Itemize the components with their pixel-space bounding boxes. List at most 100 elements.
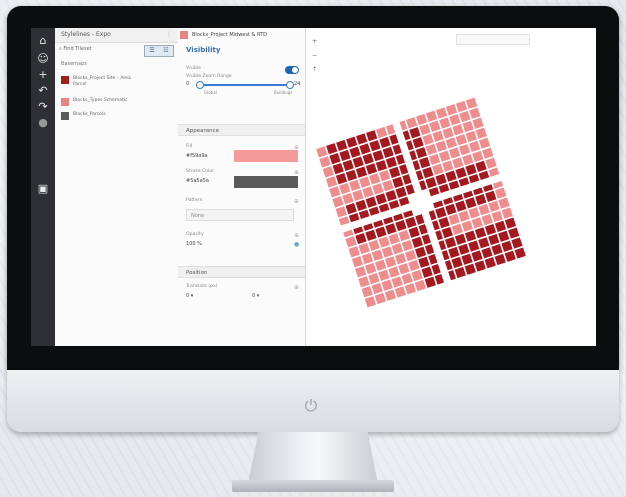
close-icon[interactable]: ⋮	[166, 28, 172, 42]
block-parcel	[424, 276, 436, 288]
block-parcel	[455, 134, 467, 146]
block-parcel	[325, 176, 338, 188]
block-parcel	[465, 164, 477, 176]
translate-y[interactable]: 0 ▾	[252, 293, 259, 299]
properties-tab[interactable]: Blocks_Project Midwest & RTD	[180, 30, 267, 40]
block-parcel	[419, 123, 431, 136]
opacity-options-icon[interactable]: ⊕	[294, 232, 299, 239]
map-canvas[interactable]: + − ⇡	[306, 28, 537, 346]
block-parcel	[361, 252, 374, 265]
grid-view-icon[interactable]: ☷	[159, 46, 173, 56]
block-parcel	[379, 170, 391, 182]
stroke-options-icon[interactable]: ⊕	[294, 169, 299, 176]
stroke-color-swatch[interactable]	[234, 176, 298, 188]
layer-item[interactable]: Blocks_Types Schematic	[61, 98, 127, 106]
block-parcel	[349, 146, 361, 158]
block-parcel	[412, 137, 424, 149]
opacity-value[interactable]: 100 %	[186, 241, 202, 247]
block-parcel	[368, 239, 380, 251]
translate-x[interactable]: 0 ▾	[186, 293, 193, 299]
block-parcel	[379, 136, 391, 149]
block-parcel	[415, 147, 427, 159]
appearance-header[interactable]: Appearance	[178, 124, 305, 136]
visible-toggle[interactable]	[285, 66, 299, 74]
translate-options-icon[interactable]: ⊕	[294, 284, 299, 291]
stroke-color-value[interactable]: #5a5a5a	[186, 178, 209, 184]
block-parcel	[381, 246, 394, 258]
block-parcel	[498, 197, 510, 209]
block-parcel	[464, 263, 476, 275]
pattern-options-icon[interactable]: ⊕	[294, 198, 299, 205]
translate-label: Translate (px)	[186, 284, 218, 289]
block-parcel	[478, 137, 491, 149]
block-parcel	[462, 120, 474, 133]
block-parcel	[458, 243, 470, 255]
block-parcel	[465, 197, 477, 209]
block-parcel	[335, 173, 348, 185]
block-map-svg	[316, 97, 526, 308]
block-parcel	[468, 240, 480, 252]
position-header[interactable]: Position	[178, 266, 305, 278]
layer-item[interactable]: Blocks_Project Site – Area Parcel	[61, 76, 143, 88]
block-parcel	[332, 196, 344, 208]
add-icon[interactable]: +	[35, 68, 51, 82]
block-parcel	[442, 160, 454, 172]
layers-tab[interactable]: Stylelines - Expo ⋮	[55, 28, 178, 43]
block-parcel	[514, 247, 526, 259]
block-parcel	[329, 186, 341, 198]
block-parcel	[455, 167, 467, 179]
zoom-min-handle[interactable]	[196, 81, 204, 89]
block-parcel	[448, 147, 461, 159]
block-parcel	[441, 226, 453, 239]
layer-item-label: Blocks_Project Site – Area Parcel	[73, 76, 131, 87]
block-parcel	[411, 236, 423, 248]
block-parcel	[432, 163, 444, 176]
users-icon[interactable]: ☺	[35, 52, 51, 66]
block-parcel	[342, 159, 354, 172]
tool-strip: ⌂ ☺ + ↶ ↷ ● ▣	[31, 28, 55, 346]
block-parcel	[376, 126, 388, 139]
visible-label: Visible	[186, 66, 202, 71]
pattern-select[interactable]: None	[186, 209, 294, 221]
search-input[interactable]: Find Tileset	[63, 46, 91, 52]
zoom-max-handle[interactable]	[286, 81, 294, 89]
list-view-icon[interactable]: ☰	[145, 46, 159, 56]
view-toggle[interactable]: ☰ ☷	[144, 45, 174, 57]
power-icon[interactable]: ⏻	[302, 397, 320, 415]
home-icon[interactable]: ⌂	[35, 34, 51, 48]
fill-color-swatch[interactable]	[234, 150, 298, 162]
block-parcel	[375, 193, 387, 205]
block-parcel	[409, 127, 421, 139]
block-parcel	[468, 207, 480, 219]
block-parcel	[444, 236, 457, 249]
block-parcel	[445, 170, 457, 182]
block-parcel	[391, 243, 404, 255]
block-parcel	[375, 259, 387, 271]
fill-value[interactable]: #f59a9a	[186, 153, 208, 159]
block-parcel	[471, 217, 483, 229]
block-parcel	[438, 150, 451, 162]
block-parcel	[366, 130, 378, 142]
layer-item[interactable]: Blocks_Parcels	[61, 112, 106, 120]
block-parcel	[422, 133, 434, 146]
zoom-max-caption: Buildings	[274, 90, 293, 95]
block-parcel	[464, 230, 477, 242]
block-parcel	[425, 143, 437, 156]
history-icon[interactable]: ●	[35, 116, 51, 130]
layers-panel: Stylelines - Expo ⋮ ⌕ Find Tileset ☰ ☷ B…	[55, 28, 179, 346]
redo-icon[interactable]: ↷	[35, 100, 51, 114]
layer-swatch	[61, 98, 69, 106]
layer-search[interactable]: ⌕ Find Tileset	[59, 46, 92, 52]
block-parcel	[511, 237, 523, 249]
opacity-reset-icon[interactable]: ●	[294, 241, 299, 248]
image-icon[interactable]: ▣	[35, 182, 51, 196]
block-parcel	[404, 283, 416, 295]
block-parcel	[478, 237, 490, 249]
zoom-min-value: 0	[186, 81, 190, 87]
undo-icon[interactable]: ↶	[35, 84, 51, 98]
block-parcel	[498, 230, 510, 242]
block-parcel	[454, 266, 466, 279]
block-parcel	[472, 150, 484, 163]
block-parcel	[388, 266, 400, 278]
layer-swatch	[61, 112, 69, 120]
